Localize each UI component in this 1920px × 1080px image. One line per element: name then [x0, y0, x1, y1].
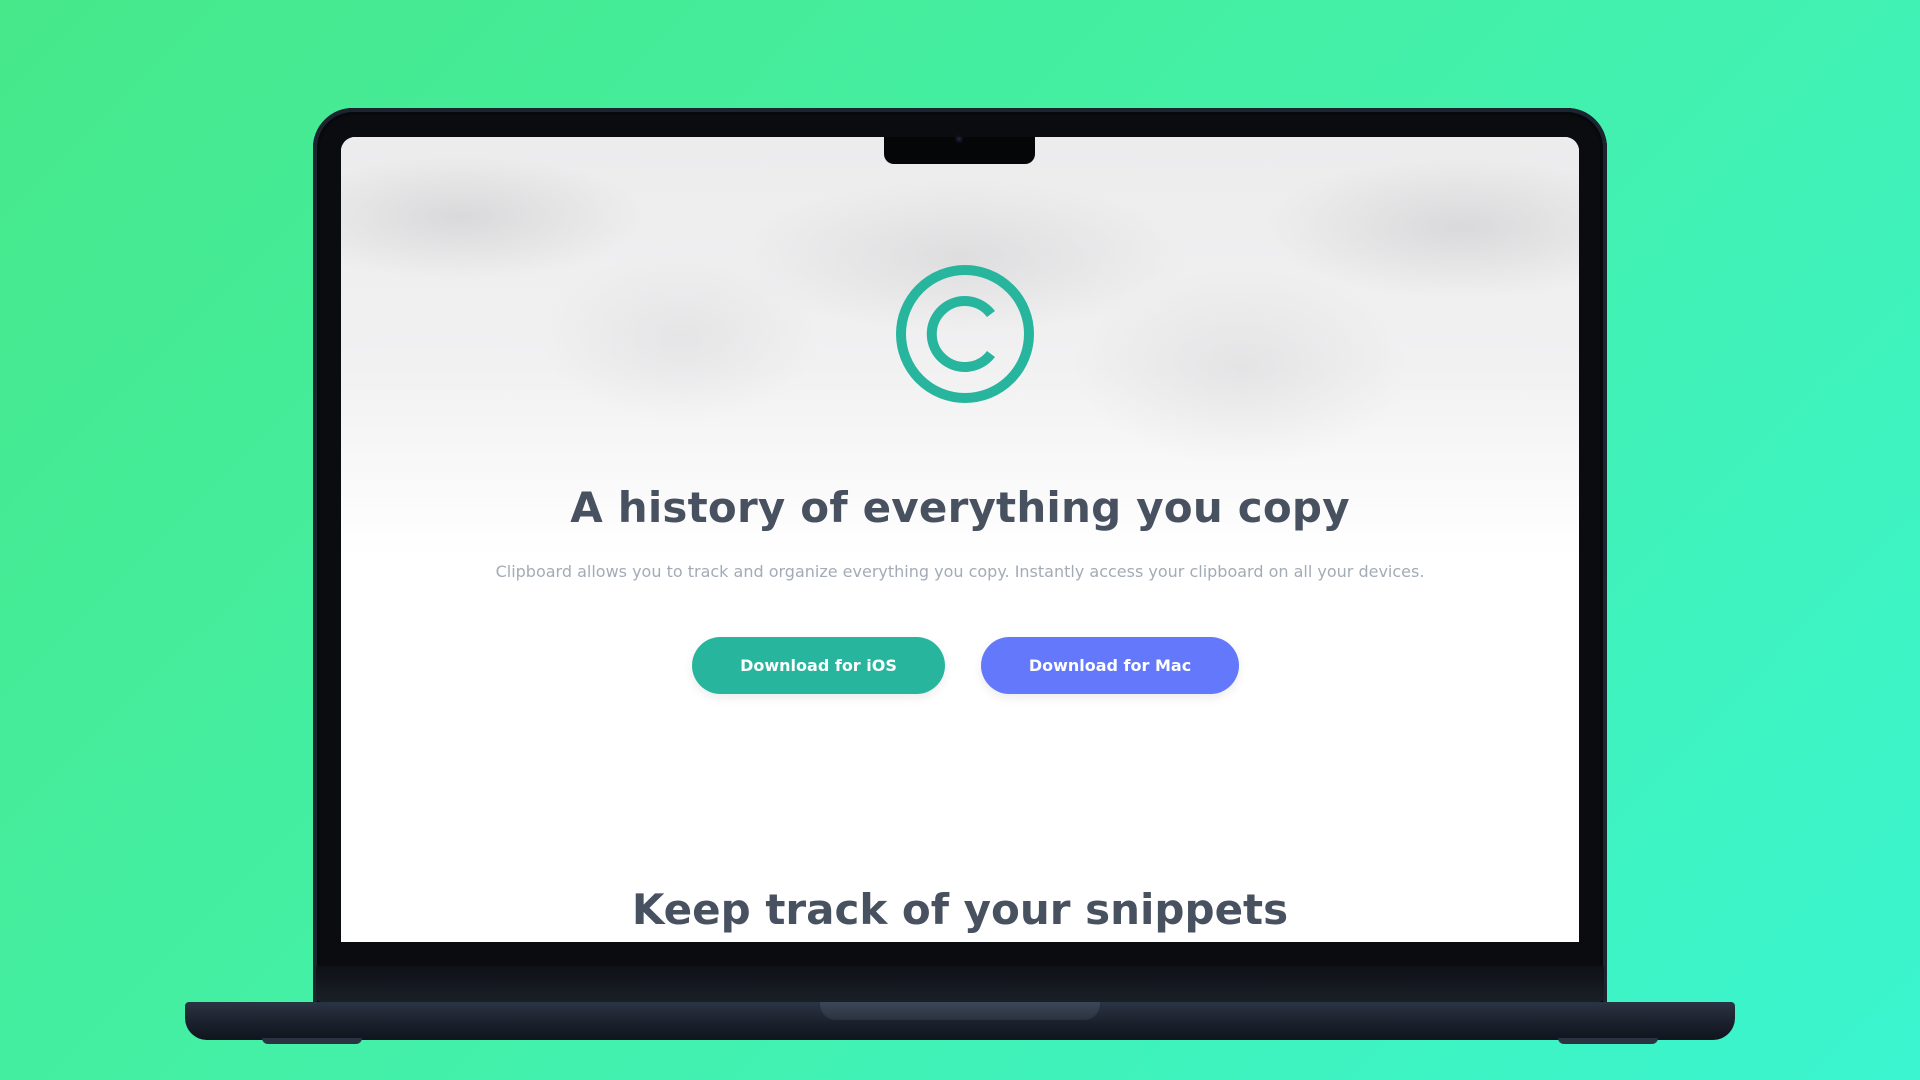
- hero-subtitle: Clipboard allows you to track and organi…: [495, 562, 1425, 581]
- copyright-logo-icon: [896, 265, 1034, 403]
- hero-title: A history of everything you copy: [570, 483, 1350, 532]
- laptop-screen: A history of everything you copy Clipboa…: [341, 137, 1579, 942]
- laptop-foot-left: [262, 1038, 362, 1044]
- section-title: Keep track of your snippets: [631, 885, 1289, 934]
- laptop-chin: [316, 966, 1604, 1002]
- camera-icon: [955, 135, 963, 143]
- laptop-base-groove: [820, 1002, 1100, 1020]
- laptop-foot-right: [1558, 1038, 1658, 1044]
- download-ios-button[interactable]: Download for iOS: [692, 637, 945, 694]
- download-mac-button[interactable]: Download for Mac: [981, 637, 1239, 694]
